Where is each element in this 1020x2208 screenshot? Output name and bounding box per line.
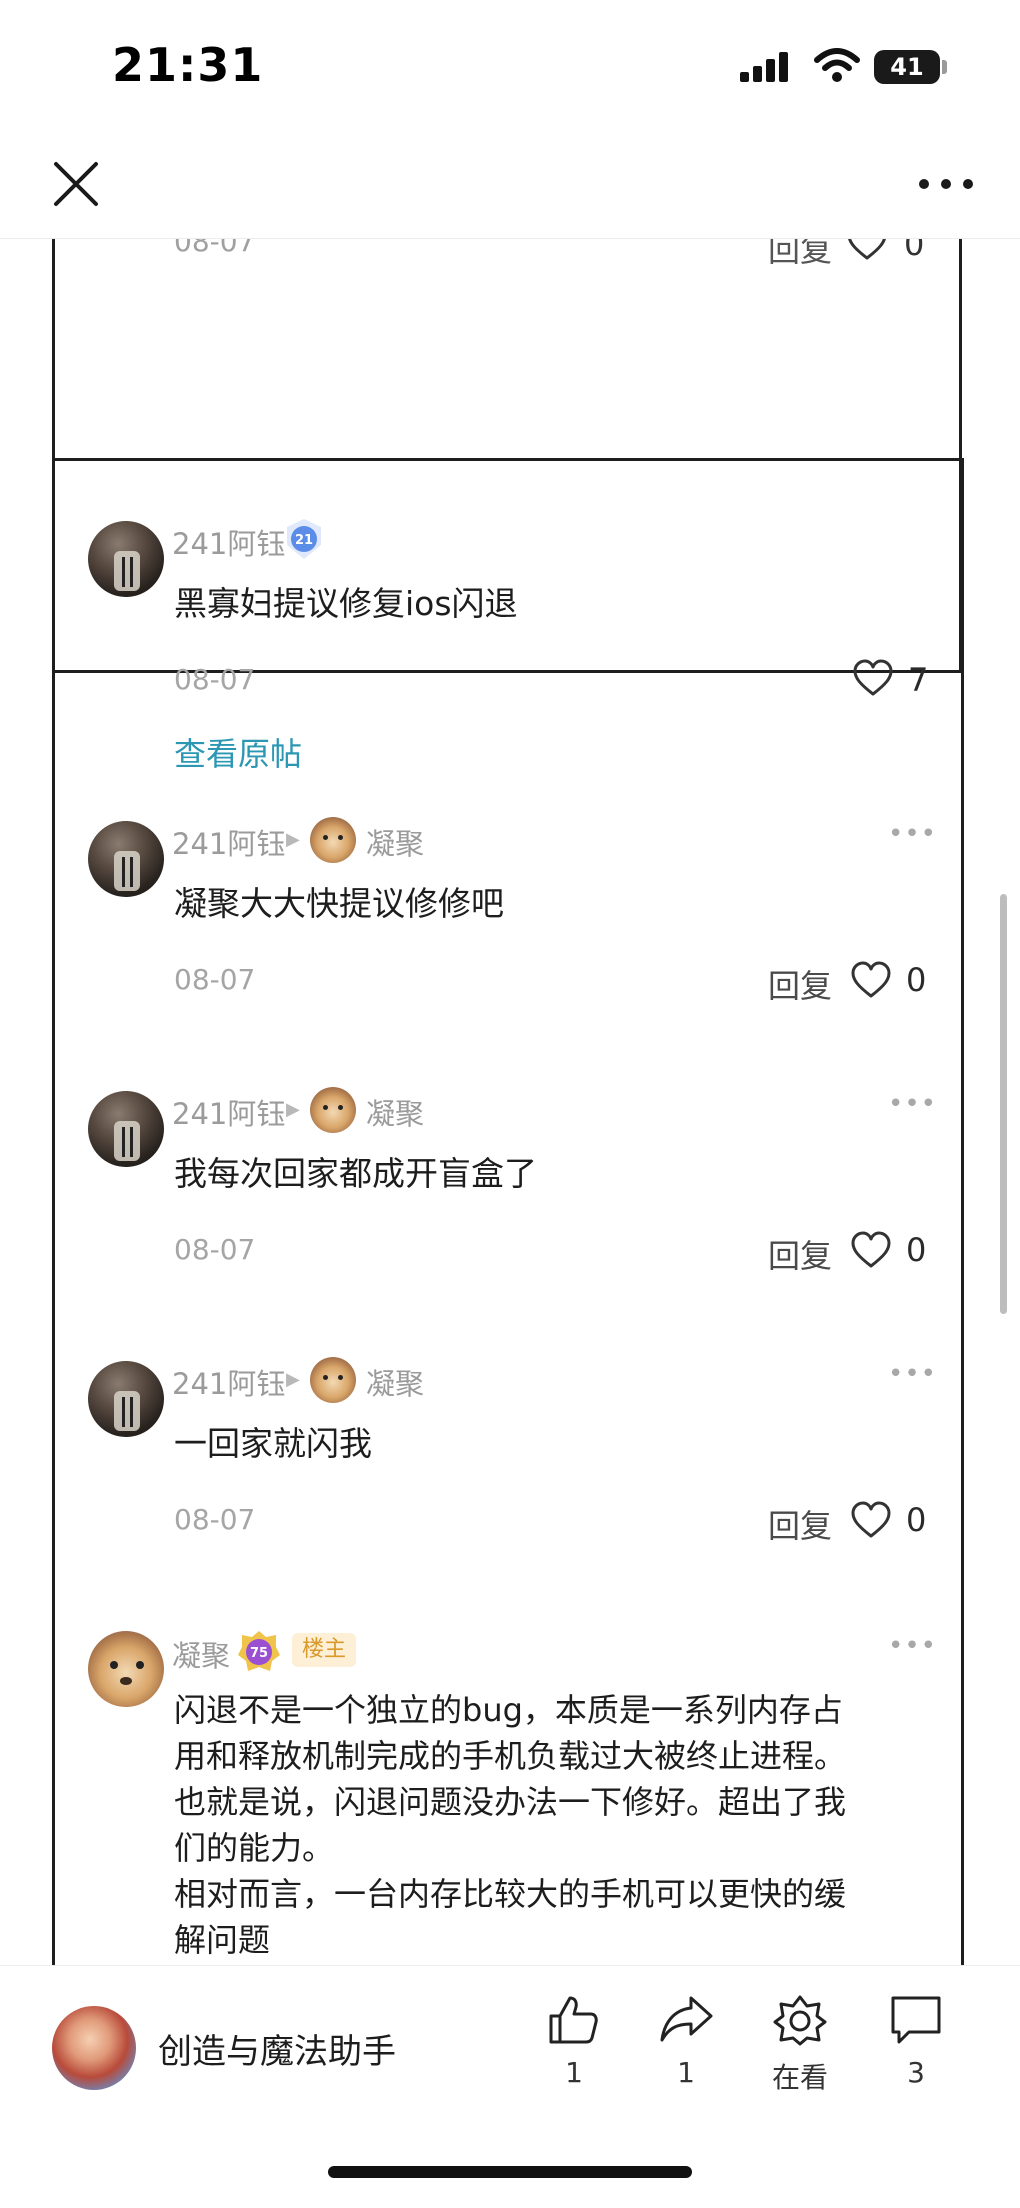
avatar[interactable]	[88, 821, 164, 897]
level-number: 21	[295, 533, 313, 548]
avatar[interactable]	[88, 1091, 164, 1167]
nav-bar	[0, 130, 1020, 239]
avatar[interactable]	[88, 1631, 164, 1707]
reply-date: 08-07	[174, 1503, 256, 1536]
like-count: 0	[906, 1231, 927, 1269]
like-count: 0	[904, 239, 925, 263]
reply-username[interactable]: 241阿钰	[172, 1091, 285, 1133]
battery-cap	[942, 60, 947, 74]
comment-username[interactable]: 241阿钰	[172, 521, 285, 563]
reply-username[interactable]: 241阿钰	[172, 821, 285, 863]
heart-icon[interactable]	[852, 659, 894, 697]
reply-to-username[interactable]: 凝聚	[366, 1361, 424, 1403]
comment-date: 08-07	[174, 239, 256, 258]
comment-count: 3	[907, 2056, 925, 2089]
reply-text: 我每次回家都成开盲盒了	[174, 1154, 537, 1193]
home-indicator	[328, 2166, 692, 2178]
reply-button[interactable]: 回复	[768, 1231, 832, 1277]
heart-icon[interactable]	[850, 961, 892, 999]
reply-arrow-icon: ▶	[286, 829, 300, 850]
like-button[interactable]: 1	[534, 1994, 614, 2089]
avatar[interactable]	[88, 1361, 164, 1437]
like-count: 0	[906, 961, 927, 999]
comment-text: 黑寡妇提议修复ios闪退	[174, 584, 518, 623]
reply-username[interactable]: 凝聚	[172, 1633, 230, 1675]
heart-icon[interactable]	[850, 1501, 892, 1539]
like-count: 7	[908, 661, 929, 699]
watching-button[interactable]: 在看	[760, 1994, 840, 2096]
reply-date: 08-07	[174, 1233, 256, 1266]
more-options-icon[interactable]: •••	[888, 819, 937, 849]
reply-button[interactable]: 回复	[768, 961, 832, 1007]
share-icon	[660, 1996, 713, 2042]
cellular-signal-icon	[740, 52, 788, 82]
more-options-icon[interactable]: •••	[888, 1359, 937, 1389]
comment-icon	[891, 1996, 941, 2044]
thumbs-up-icon	[549, 1996, 598, 2044]
watching-label: 在看	[771, 2061, 828, 2094]
reply-text: 凝聚大大快提议修修吧	[174, 884, 504, 923]
reply-arrow-icon: ▶	[286, 1099, 300, 1120]
reply-to-username[interactable]: 凝聚	[366, 1091, 424, 1133]
bottom-action-bar: 创造与魔法助手 1 1 在看 3	[0, 1965, 1020, 2208]
author-avatar[interactable]	[52, 2006, 136, 2090]
reply-text: 一回家就闪我	[174, 1424, 372, 1463]
reply-to-avatar[interactable]	[310, 1357, 356, 1403]
status-time: 21:31	[112, 38, 264, 92]
reply-arrow-icon: ▶	[286, 1369, 300, 1390]
like-count: 1	[565, 2056, 583, 2089]
heart-icon[interactable]	[850, 1231, 892, 1269]
reply-to-username[interactable]: 凝聚	[366, 821, 424, 863]
share-count: 1	[677, 2056, 695, 2089]
scrollbar[interactable]	[1000, 894, 1007, 1314]
reply-to-avatar[interactable]	[310, 817, 356, 863]
view-original-post-link[interactable]: 查看原帖	[174, 729, 302, 775]
author-name[interactable]: 创造与魔法助手	[158, 2024, 396, 2073]
host-badge: 楼主	[292, 1633, 357, 1667]
close-icon[interactable]	[48, 156, 104, 212]
heart-icon[interactable]	[846, 239, 888, 261]
level-badge-icon: 75	[238, 1631, 280, 1671]
reply-button[interactable]: 回复	[768, 1501, 832, 1547]
level-number: 75	[250, 1646, 268, 1661]
watching-icon	[773, 1995, 827, 2046]
avatar[interactable]	[88, 521, 164, 597]
reply-text: 闪退不是一个独立的bug，本质是一系列内存占 用和释放机制完成的手机负载过大被终…	[174, 1691, 847, 1959]
comment-thread-view[interactable]: 08-07 回复 0 241阿钰 21 黑寡妇提议修复ios闪退 08-07 7…	[0, 239, 1020, 1965]
more-options-icon[interactable]: •••	[888, 1631, 937, 1661]
battery-level: 41	[874, 50, 940, 84]
like-count: 0	[906, 1501, 927, 1539]
comment-date: 08-07	[174, 663, 256, 696]
reply-username[interactable]: 241阿钰	[172, 1361, 285, 1403]
wifi-icon	[814, 48, 860, 82]
reply-button[interactable]: 回复	[768, 239, 832, 271]
comment-button[interactable]: 3	[876, 1994, 956, 2089]
status-bar: 21:31 41	[0, 0, 1020, 130]
share-button[interactable]: 1	[646, 1994, 726, 2089]
reply-to-avatar[interactable]	[310, 1087, 356, 1133]
reply-date: 08-07	[174, 963, 256, 996]
more-horizontal-icon[interactable]	[916, 164, 976, 204]
more-options-icon[interactable]: •••	[888, 1089, 937, 1119]
level-badge-icon: 21	[287, 519, 321, 559]
